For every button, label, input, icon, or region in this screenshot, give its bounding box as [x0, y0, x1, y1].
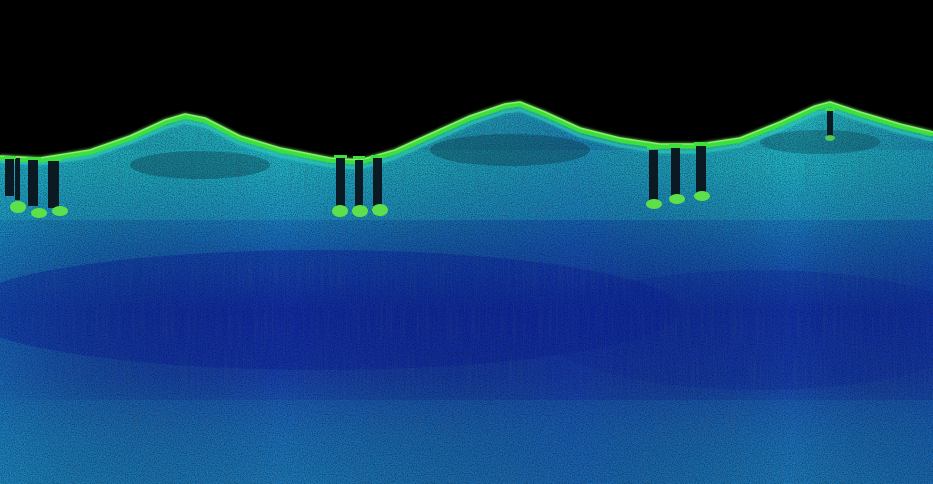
point-cloud-seabed	[0, 104, 933, 484]
pile-cluster-left	[4, 156, 68, 218]
lidar-point-cloud-scene	[0, 0, 933, 484]
pile-cluster-right	[646, 142, 710, 209]
pile-cluster-center	[332, 155, 388, 217]
point-cloud-canvas	[0, 0, 933, 484]
